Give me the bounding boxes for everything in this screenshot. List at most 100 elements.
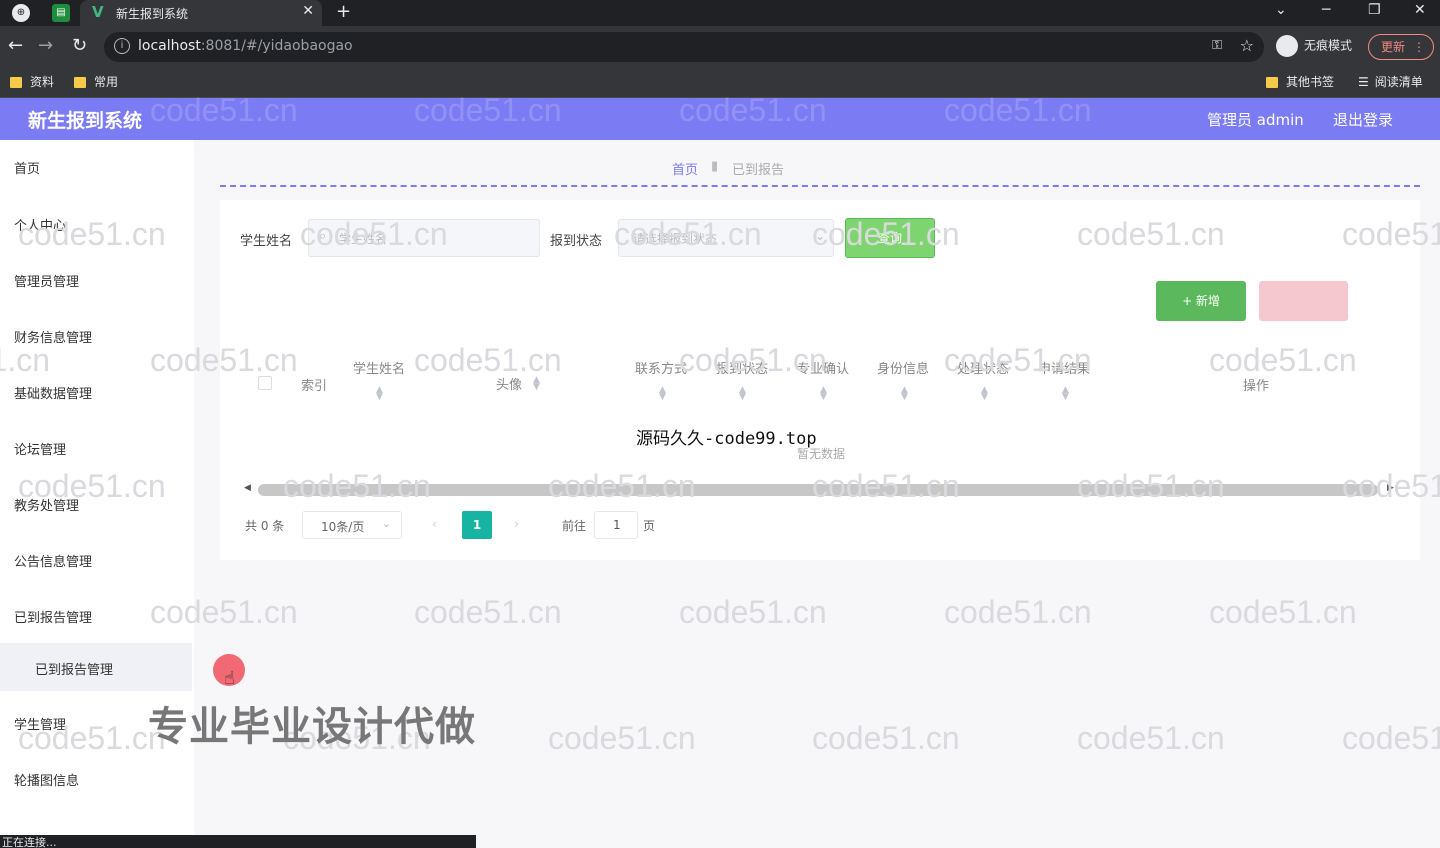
back-icon[interactable]: ← — [8, 35, 23, 56]
watermark: code51.cn — [944, 92, 1092, 128]
tab-search-icon[interactable]: ⌄ — [1275, 2, 1287, 18]
current-user: 管理员 admin — [1207, 111, 1304, 129]
update-button[interactable]: 更新 ⋮ — [1368, 34, 1434, 60]
sort-icon[interactable]: ▲ ▼ — [659, 386, 666, 402]
restore-icon[interactable]: ❐ — [1368, 2, 1381, 18]
column-header-process-status[interactable]: 处理状态 — [957, 358, 1009, 377]
bookmark-other[interactable]: 其他书签 — [1266, 73, 1334, 90]
column-header-contact[interactable]: 联系方式 — [635, 358, 687, 377]
bookmarks-bar: 资料 常用 其他书签 ☰ 阅读清单 — [0, 68, 1440, 98]
prev-page-icon[interactable]: ‹ — [432, 517, 437, 531]
bookmark-folder-ziliao[interactable]: 资料 — [10, 73, 54, 90]
column-header-apply-result[interactable]: 申请结果 — [1038, 358, 1090, 377]
watermark: code51.cn — [548, 720, 696, 756]
sidebar-item-profile[interactable]: 个人中心 — [14, 215, 66, 234]
empty-overlay-text: 源码久久-code99.top — [636, 429, 817, 449]
delete-button[interactable]: 删除 — [1259, 281, 1348, 321]
password-key-icon[interactable]: ⚿ — [1212, 38, 1222, 53]
select-all-checkbox[interactable] — [258, 376, 272, 390]
new-tab-icon[interactable]: + — [336, 1, 351, 22]
watermark: code51.cn — [812, 720, 960, 756]
page-suffix: 页 — [643, 519, 656, 533]
sort-icon[interactable]: ▲ ▼ — [1062, 386, 1069, 402]
sort-icon[interactable]: ▲ ▼ — [739, 386, 746, 402]
sort-icon[interactable]: ▲ ▼ — [820, 386, 827, 402]
horizontal-scrollbar[interactable] — [258, 484, 1378, 496]
sort-icon[interactable]: ▲ ▼ — [533, 376, 540, 392]
goto-page-input[interactable]: 1 — [594, 511, 638, 539]
page-size-select[interactable]: 10条/页 ⌄ — [302, 511, 402, 539]
close-window-icon[interactable]: ✕ — [1414, 2, 1426, 18]
reading-list-label: 阅读清单 — [1374, 75, 1423, 89]
watermark: code51.cn — [1342, 720, 1440, 756]
sidebar-item-academic[interactable]: 教务处管理 — [14, 495, 79, 514]
scroll-left-icon[interactable]: ◀ — [244, 483, 251, 493]
folder-icon — [1266, 77, 1278, 88]
student-name-input[interactable]: ⌕ 学生姓名 — [308, 219, 540, 257]
url-text[interactable]: localhost:8081/#/yidaobaogao — [138, 38, 353, 54]
sidebar-item-forum[interactable]: 论坛管理 — [14, 439, 66, 458]
report-status-label: 报到状态 — [550, 234, 603, 249]
bookmark-star-icon[interactable]: ☆ — [1240, 36, 1254, 55]
browser-toolbar: ← → ↻ i localhost:8081/#/yidaobaogao ⚿ ☆… — [0, 26, 1440, 68]
column-header-actions: 操作 — [1243, 379, 1270, 394]
sheets-tab-icon[interactable]: ▤ — [52, 4, 70, 22]
scroll-right-icon[interactable]: ▶ — [1387, 483, 1394, 493]
sidebar-subitem-report[interactable]: 已到报告管理 — [35, 659, 113, 678]
column-header-identity[interactable]: 身份信息 — [877, 358, 929, 377]
report-status-select[interactable]: 请选择报到状态 ⌄ — [618, 219, 834, 257]
globe-icon[interactable]: ⊕ — [12, 4, 30, 22]
sidebar-item-home[interactable]: 首页 — [14, 158, 40, 177]
incognito-icon — [1276, 35, 1298, 57]
sidebar-item-carousel[interactable]: 轮播图信息 — [14, 770, 79, 789]
breadcrumb-current: 已到报告 — [732, 163, 785, 178]
watermark: code51.cn — [679, 594, 827, 630]
breadcrumb-home[interactable]: 首页 — [672, 159, 698, 178]
column-header-index: 索引 — [301, 379, 328, 394]
vue-icon: V — [92, 3, 104, 21]
reload-icon[interactable]: ↻ — [72, 35, 87, 56]
site-info-icon[interactable]: i — [114, 38, 130, 54]
report-status-placeholder: 请选择报到状态 — [633, 232, 718, 246]
update-label: 更新 — [1381, 40, 1406, 54]
browser-tab-active[interactable]: V 新生报到系统 ✕ — [80, 0, 322, 26]
incognito-label: 无痕模式 — [1304, 38, 1353, 53]
bookmark-folder-changyong[interactable]: 常用 — [74, 73, 118, 90]
kebab-menu-icon: ⋮ — [1413, 40, 1425, 54]
logout-link[interactable]: 退出登录 — [1333, 109, 1393, 130]
watermark: code51.cn — [944, 594, 1092, 630]
add-button[interactable]: + 新增 — [1156, 281, 1246, 321]
browser-status-bar: 正在连接... — [0, 835, 476, 848]
sort-icon[interactable]: ▲ ▼ — [981, 386, 988, 402]
column-header-report-status[interactable]: 报到状态 — [716, 358, 768, 377]
search-button[interactable]: 查询 — [845, 218, 935, 258]
chevron-down-icon: ⌄ — [381, 517, 391, 530]
empty-text: 暂无数据 — [797, 447, 846, 461]
forward-icon[interactable]: → — [38, 35, 53, 56]
sidebar-item-basic-data[interactable]: 基础数据管理 — [14, 383, 92, 402]
student-name-placeholder: 学生姓名 — [339, 232, 388, 246]
promo-overlay-text: 专业毕业设计代做 — [148, 704, 476, 750]
sidebar-item-notice[interactable]: 公告信息管理 — [14, 551, 92, 570]
student-name-label: 学生姓名 — [240, 234, 293, 249]
tab-close-icon[interactable]: ✕ — [302, 3, 314, 19]
next-page-icon[interactable]: › — [514, 517, 519, 531]
page-number-current[interactable]: 1 — [462, 511, 492, 539]
column-header-avatar[interactable]: 头像 — [496, 374, 522, 393]
sidebar-item-admin[interactable]: 管理员管理 — [14, 271, 79, 290]
incognito-indicator[interactable]: 无痕模式 — [1276, 35, 1352, 57]
minimize-icon[interactable]: ─ — [1322, 2, 1330, 18]
url-host: localhost — [138, 38, 201, 54]
sidebar-item-finance[interactable]: 财务信息管理 — [14, 327, 92, 346]
sort-icon[interactable]: ▲ ▼ — [901, 386, 908, 402]
column-header-student-name[interactable]: 学生姓名 — [353, 358, 405, 377]
sort-icon[interactable]: ▲ ▼ — [376, 386, 383, 402]
address-bar[interactable]: i localhost:8081/#/yidaobaogao ⚿ ☆ — [104, 32, 1264, 62]
page-size-value: 10条/页 — [321, 520, 365, 534]
sidebar-item-students[interactable]: 学生管理 — [14, 714, 66, 733]
goto-label: 前往 — [562, 519, 587, 533]
tab-title: 新生报到系统 — [116, 7, 189, 21]
sidebar-item-report[interactable]: 已到报告管理 — [14, 607, 92, 626]
reading-list[interactable]: ☰ 阅读清单 — [1358, 73, 1423, 90]
column-header-major-confirm[interactable]: 专业确认 — [797, 358, 849, 377]
